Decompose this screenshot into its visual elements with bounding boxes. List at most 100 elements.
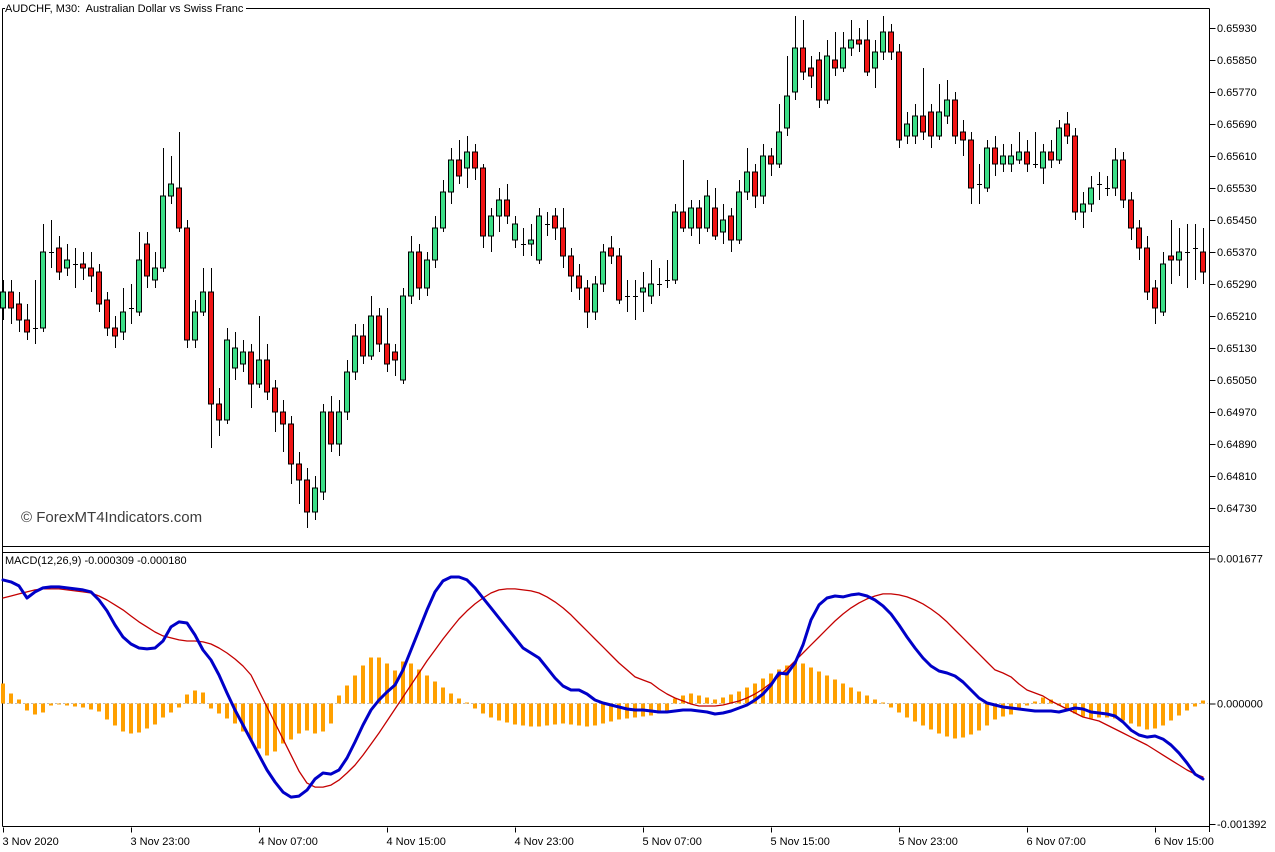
macd-axis-label: 0.001677 (1217, 553, 1263, 565)
macd-histogram-bar (577, 704, 581, 726)
bull-candle-body (401, 296, 406, 380)
macd-histogram-bar (145, 704, 149, 729)
macd-histogram-bar (489, 704, 493, 718)
bear-candle-body (25, 320, 30, 332)
price-axis-label: 0.65370 (1217, 247, 1257, 259)
macd-histogram-bar (665, 704, 669, 711)
macd-histogram-bar (857, 691, 861, 703)
trading-chart-window: 0.659300.658500.657700.656900.656100.655… (0, 0, 1275, 852)
bull-candle-body (937, 112, 942, 136)
macd-histogram-bar (697, 695, 701, 703)
bull-candle-body (913, 116, 918, 136)
macd-histogram-bar (961, 704, 965, 738)
bear-candle-body (97, 272, 102, 304)
bull-candle-body (153, 268, 158, 280)
bear-candle-body (561, 228, 566, 256)
bear-candle-body (1153, 288, 1158, 308)
bear-candle-body (57, 248, 62, 272)
bear-candle-body (585, 288, 590, 312)
macd-histogram-bar (89, 704, 93, 710)
price-axis-label: 0.64890 (1217, 439, 1257, 451)
bull-candle-body (41, 252, 46, 328)
macd-histogram-bar (169, 704, 173, 713)
bull-candle-body (201, 292, 206, 312)
chart-background (0, 0, 1275, 852)
macd-histogram-bar (1025, 704, 1029, 706)
macd-histogram-bar (1201, 700, 1205, 703)
macd-histogram-bar (433, 682, 437, 704)
bear-candle-body (81, 264, 86, 268)
bull-candle-body (873, 52, 878, 68)
bull-candle-body (233, 348, 238, 368)
price-axis-label: 0.65130 (1217, 343, 1257, 355)
macd-histogram-bar (817, 671, 821, 703)
macd-histogram-bar (257, 704, 261, 749)
macd-histogram-bar (1129, 704, 1133, 724)
macd-histogram-bar (969, 704, 973, 735)
time-axis-label: 5 Nov 15:00 (771, 836, 830, 848)
bear-candle-body (417, 252, 422, 288)
bull-candle-body (721, 220, 726, 232)
bull-candle-body (241, 352, 246, 364)
bear-candle-body (961, 132, 966, 140)
bull-candle-body (345, 372, 350, 412)
macd-histogram-bar (465, 702, 469, 703)
macd-histogram-bar (825, 675, 829, 703)
macd-histogram-bar (569, 704, 573, 725)
bull-candle-body (137, 260, 142, 312)
macd-histogram-bar (9, 693, 13, 703)
macd-histogram-bar (353, 675, 357, 703)
macd-indicator-label: MACD(12,26,9) -0.000309 -0.000180 (5, 554, 190, 569)
macd-histogram-bar (977, 704, 981, 731)
bear-candle-body (929, 112, 934, 136)
price-axis-label: 0.64730 (1217, 503, 1257, 515)
bull-candle-body (497, 200, 502, 216)
bear-candle-body (177, 188, 182, 228)
chart-title: AUDCHF, M30: Australian Dollar vs Swiss … (5, 2, 246, 17)
bear-candle-body (113, 328, 118, 336)
bull-candle-body (1041, 152, 1046, 168)
bull-candle-body (737, 192, 742, 240)
bull-candle-body (1, 292, 6, 308)
time-axis-label: 3 Nov 2020 (3, 836, 59, 848)
time-axis-label: 3 Nov 23:00 (131, 836, 190, 848)
bull-candle-body (433, 228, 438, 260)
macd-histogram-bar (833, 679, 837, 703)
macd-histogram-bar (265, 704, 269, 756)
price-axis-label: 0.65290 (1217, 279, 1257, 291)
bull-candle-body (601, 252, 606, 284)
macd-histogram-bar (97, 704, 101, 712)
time-axis-label: 4 Nov 15:00 (387, 836, 446, 848)
bull-candle-body (881, 32, 886, 52)
bull-candle-body (489, 216, 494, 236)
macd-histogram-bar (305, 704, 309, 731)
bear-candle-body (1073, 136, 1078, 212)
macd-histogram-bar (161, 704, 165, 718)
macd-histogram-bar (905, 704, 909, 718)
bear-candle-body (1049, 152, 1054, 160)
macd-histogram-bar (33, 704, 37, 715)
bull-candle-body (761, 156, 766, 196)
macd-histogram-bar (497, 704, 501, 721)
macd-histogram-bar (129, 704, 133, 734)
bear-candle-body (889, 32, 894, 52)
bull-candle-body (673, 212, 678, 280)
bull-candle-body (745, 172, 750, 192)
macd-histogram-bar (1169, 704, 1173, 721)
bull-candle-body (777, 132, 782, 164)
macd-histogram-bar (705, 698, 709, 704)
macd-histogram-bar (441, 687, 445, 703)
bull-candle-body (1177, 252, 1182, 260)
price-axis-label: 0.65050 (1217, 375, 1257, 387)
bear-candle-body (609, 248, 614, 256)
macd-histogram-bar (937, 704, 941, 734)
bull-candle-body (529, 240, 534, 244)
macd-axis-label: -0.001392 (1217, 819, 1267, 831)
macd-histogram-bar (1137, 704, 1141, 727)
bear-candle-body (833, 60, 838, 68)
bear-candle-body (577, 276, 582, 288)
bull-candle-body (1081, 204, 1086, 212)
time-axis-label: 5 Nov 07:00 (643, 836, 702, 848)
price-axis-label: 0.64810 (1217, 471, 1257, 483)
bull-candle-body (785, 96, 790, 128)
